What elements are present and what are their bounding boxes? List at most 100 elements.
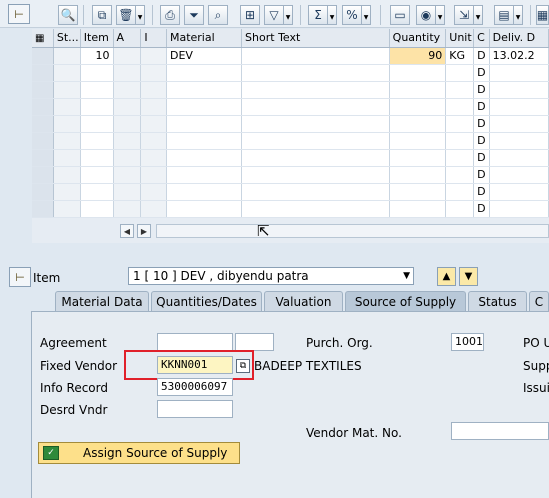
i-cell[interactable]	[140, 98, 167, 116]
view-button[interactable]: ◉	[416, 5, 436, 25]
c-cell[interactable]: D	[473, 115, 490, 133]
row-selector[interactable]	[32, 166, 54, 184]
quantity-cell[interactable]: 90	[389, 47, 447, 65]
item-cell[interactable]	[80, 183, 114, 201]
a-cell[interactable]	[113, 115, 142, 133]
print-button[interactable]: ⎙	[160, 5, 180, 25]
status-cell[interactable]	[53, 132, 81, 150]
tab-quantities-dates[interactable]: Quantities/Dates	[151, 291, 262, 311]
material-cell[interactable]: DEV	[166, 47, 243, 65]
deliv-date-cell[interactable]	[489, 183, 549, 201]
material-cell[interactable]	[166, 149, 243, 167]
agreement-item-field[interactable]	[235, 333, 274, 351]
unit-cell[interactable]	[445, 64, 475, 82]
short-text-cell[interactable]	[241, 149, 390, 167]
find-button[interactable]: ⌕	[208, 5, 228, 25]
previous-item-button[interactable]: ▲	[437, 267, 456, 286]
more-button[interactable]: ▦	[536, 5, 549, 25]
table-row[interactable]: D	[32, 98, 549, 116]
tab-source-of-supply[interactable]: Source of Supply	[345, 291, 466, 311]
i-cell[interactable]	[140, 149, 167, 167]
item-cell[interactable]	[80, 81, 114, 99]
material-cell[interactable]	[166, 81, 243, 99]
item-cell[interactable]	[80, 98, 114, 116]
quantity-cell[interactable]	[389, 64, 447, 82]
a-cell[interactable]	[113, 64, 142, 82]
c-cell[interactable]: D	[473, 47, 490, 65]
next-item-button[interactable]: ▼	[459, 267, 478, 286]
item-cell[interactable]	[80, 132, 114, 150]
details-button[interactable]: 🔍	[58, 5, 78, 25]
toggle-overview-button[interactable]: ⊢	[8, 4, 30, 24]
row-selector[interactable]	[32, 149, 54, 167]
quantity-cell[interactable]	[389, 115, 447, 133]
unit-cell[interactable]	[445, 98, 475, 116]
col-header-unit[interactable]: Unit	[445, 29, 475, 48]
i-cell[interactable]	[140, 81, 167, 99]
short-text-cell[interactable]	[241, 98, 390, 116]
item-cell[interactable]	[80, 115, 114, 133]
item-cell[interactable]	[80, 200, 114, 218]
tab-material-data[interactable]: Material Data	[55, 291, 149, 311]
c-cell[interactable]: D	[473, 98, 490, 116]
col-header-quantity[interactable]: Quantity	[389, 29, 447, 48]
c-cell[interactable]: D	[473, 81, 490, 99]
col-header-c[interactable]: C	[473, 29, 490, 48]
item-cell[interactable]: 10	[80, 47, 114, 65]
quantity-cell[interactable]	[389, 81, 447, 99]
subtotal-dropdown[interactable]: ▼	[362, 5, 371, 25]
status-cell[interactable]	[53, 64, 81, 82]
item-selector-dropdown[interactable]: 1 [ 10 ] DEV , dibyendu patra ▼	[128, 267, 414, 285]
i-cell[interactable]	[140, 132, 167, 150]
table-row[interactable]: D	[32, 166, 549, 184]
deliv-date-cell[interactable]	[489, 115, 549, 133]
quantity-cell[interactable]	[389, 132, 447, 150]
desired-vendor-field[interactable]	[157, 400, 233, 418]
table-row[interactable]: D	[32, 149, 549, 167]
status-cell[interactable]	[53, 47, 81, 65]
c-cell[interactable]: D	[473, 200, 490, 218]
tab-more[interactable]: C	[529, 291, 549, 311]
export-dropdown[interactable]: ▼	[474, 5, 483, 25]
deliv-date-cell[interactable]: 13.02.2	[489, 47, 549, 65]
item-cell[interactable]	[80, 64, 114, 82]
copy-button[interactable]: ⧉	[92, 5, 112, 25]
deliv-date-cell[interactable]	[489, 64, 549, 82]
status-cell[interactable]	[53, 98, 81, 116]
table-row[interactable]: D	[32, 64, 549, 82]
agreement-field[interactable]	[157, 333, 233, 351]
quantity-cell[interactable]	[389, 166, 447, 184]
c-cell[interactable]: D	[473, 149, 490, 167]
col-header-status[interactable]: St...	[53, 29, 81, 48]
short-text-cell[interactable]	[241, 200, 390, 218]
material-cell[interactable]	[166, 166, 243, 184]
a-cell[interactable]	[113, 132, 142, 150]
c-cell[interactable]: D	[473, 166, 490, 184]
row-selector[interactable]	[32, 81, 54, 99]
short-text-cell[interactable]	[241, 166, 390, 184]
i-cell[interactable]	[140, 64, 167, 82]
col-header-i[interactable]: I	[140, 29, 167, 48]
table-row[interactable]: 10 DEV 90 KG D 13.02.2	[32, 47, 549, 65]
status-cell[interactable]	[53, 81, 81, 99]
view-dropdown[interactable]: ▼	[436, 5, 445, 25]
item-cell[interactable]	[80, 166, 114, 184]
deliv-date-cell[interactable]	[489, 149, 549, 167]
deliv-date-cell[interactable]	[489, 98, 549, 116]
material-cell[interactable]	[166, 132, 243, 150]
a-cell[interactable]	[113, 98, 142, 116]
select-all-cell[interactable]: ▦	[32, 29, 54, 48]
unit-cell[interactable]	[445, 115, 475, 133]
status-cell[interactable]	[53, 115, 81, 133]
sum-button[interactable]: Σ	[308, 5, 328, 25]
row-selector[interactable]	[32, 183, 54, 201]
material-cell[interactable]	[166, 98, 243, 116]
row-selector[interactable]	[32, 64, 54, 82]
purch-org-field[interactable]: 1001	[451, 333, 484, 351]
status-cell[interactable]	[53, 200, 81, 218]
deliv-date-cell[interactable]	[489, 166, 549, 184]
short-text-cell[interactable]	[241, 64, 390, 82]
row-selector[interactable]	[32, 200, 54, 218]
row-selector[interactable]	[32, 132, 54, 150]
i-cell[interactable]	[140, 166, 167, 184]
